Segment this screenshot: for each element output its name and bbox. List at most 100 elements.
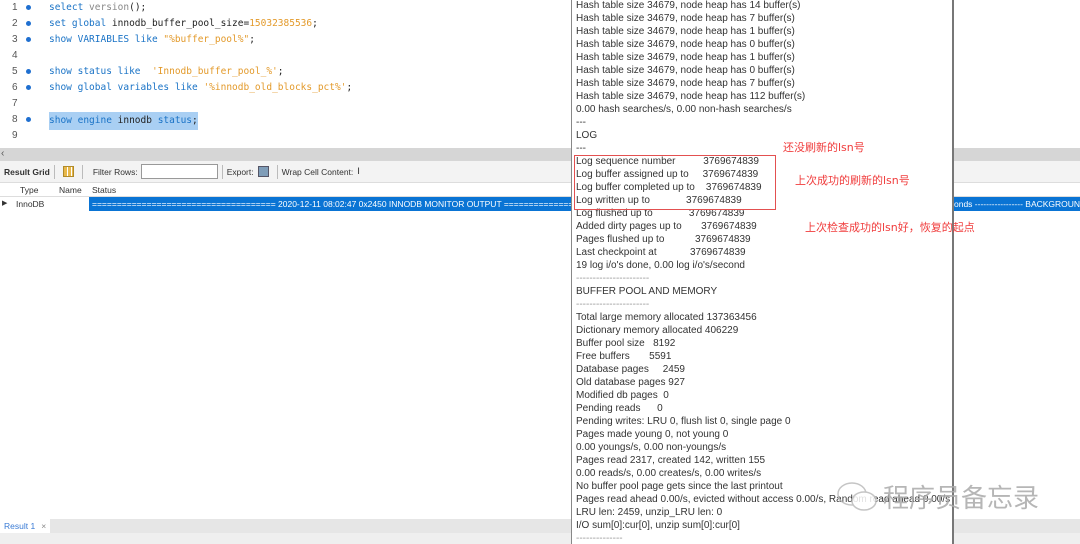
code-token: '%innodb_old_blocks_pct%' xyxy=(203,82,347,93)
filter-rows-label: Filter Rows: xyxy=(92,166,138,177)
filter-rows-input[interactable] xyxy=(140,164,218,179)
watermark: 程序员备忘录 xyxy=(835,478,1039,515)
status-line: -------------- xyxy=(576,533,623,544)
status-line: Buffer pool size 8192 xyxy=(576,338,676,349)
cell-value-popup[interactable]: Hash table size 34679, node heap has 14 … xyxy=(571,0,954,544)
editor-line[interactable]: 9 xyxy=(0,128,560,144)
code-token: innodb_buffer_pool_size= xyxy=(111,18,250,29)
editor-line[interactable]: 7 xyxy=(0,96,560,112)
status-line: Pages read 2317, created 142, written 15… xyxy=(576,455,766,466)
wrap-cell-icon[interactable]: Ⅰ xyxy=(357,166,368,177)
editor-line[interactable]: 2 set global innodb_buffer_pool_size=1503… xyxy=(0,16,560,32)
code-token: ; xyxy=(192,115,198,126)
status-line: Old database pages 927 xyxy=(576,377,685,388)
editor-line[interactable]: 3 show VARIABLES like "%buffer_pool%"; xyxy=(0,32,560,48)
code-token: set global xyxy=(49,18,112,29)
tab-result-1[interactable]: Result 1 × xyxy=(0,519,51,533)
status-line: I/O sum[0]:cur[0], unzip sum[0]:cur[0] xyxy=(576,520,740,531)
status-line: Pages made young 0, not young 0 xyxy=(576,429,729,440)
status-line: Added dirty pages up to 3769674839 xyxy=(576,221,757,232)
editor-line[interactable]: 4 xyxy=(0,48,560,64)
line-number: 5 xyxy=(12,66,18,77)
line-number: 3 xyxy=(12,34,18,45)
cell-type[interactable]: InnoDB xyxy=(16,197,44,211)
line-number: 1 xyxy=(12,2,18,13)
code-token: 'Innodb_buffer_pool_%' xyxy=(151,66,278,77)
statement-marker-icon xyxy=(26,5,31,10)
status-line: Database pages 2459 xyxy=(576,364,685,375)
line-number: 2 xyxy=(12,18,18,29)
status-line: --- xyxy=(576,117,586,128)
editor-line[interactable]: 5 show status like 'Innodb_buffer_pool_%'… xyxy=(0,64,560,80)
line-number: 9 xyxy=(12,130,18,141)
status-line: Free buffers 5591 xyxy=(576,351,672,362)
code-token: ; xyxy=(346,82,353,93)
code-token: 15032385536 xyxy=(249,18,313,29)
column-type[interactable]: Type xyxy=(20,183,38,197)
annotation-unflushed-lsn: 还没刷新的lsn号 xyxy=(783,141,865,154)
statement-marker-icon xyxy=(26,69,31,74)
annotation-last-flushed-lsn: 上次成功的刷新的lsn号 xyxy=(795,174,910,187)
code-text: show global variables like '%innodb_old_… xyxy=(49,80,352,96)
code-token: ; xyxy=(249,34,255,45)
editor-line[interactable]: 1 select version(); xyxy=(0,0,560,16)
status-line: Hash table size 34679, node heap has 0 b… xyxy=(576,39,795,50)
code-token: ; xyxy=(277,66,284,77)
line-number: 8 xyxy=(12,114,18,125)
status-line: Hash table size 34679, node heap has 7 b… xyxy=(576,13,795,24)
wrap-cell-label: Wrap Cell Content: xyxy=(281,166,354,177)
result-grid-label[interactable]: Result Grid xyxy=(4,167,50,177)
code-token: ; xyxy=(312,18,318,29)
line-number: 4 xyxy=(12,50,18,61)
status-line: LOG xyxy=(576,130,598,141)
statement-marker-icon xyxy=(26,21,31,26)
export-icon[interactable] xyxy=(257,166,269,177)
code-token: show engine xyxy=(49,115,118,126)
code-token: version xyxy=(89,2,130,13)
status-line: --- xyxy=(576,143,586,154)
column-name[interactable]: Name xyxy=(59,183,82,197)
line-number: 7 xyxy=(12,98,18,109)
status-line: 0.00 hash searches/s, 0.00 non-hash sear… xyxy=(576,104,792,115)
tab-label: Result 1 xyxy=(4,521,36,531)
watermark-text: 程序员备忘录 xyxy=(883,484,1040,514)
statement-marker-icon xyxy=(26,37,31,42)
code-token: show VARIABLES like xyxy=(49,34,164,45)
code-token: show status like xyxy=(49,66,152,77)
statement-marker-icon xyxy=(26,117,31,122)
status-line: Hash table size 34679, node heap has 0 b… xyxy=(576,65,795,76)
status-line: Hash table size 34679, node heap has 112… xyxy=(576,91,806,102)
status-line: ---------------------- xyxy=(576,273,650,284)
status-line: 19 log i/o's done, 0.00 log i/o's/second xyxy=(576,260,745,271)
code-text: set global innodb_buffer_pool_size=15032… xyxy=(49,16,318,32)
status-line: Modified db pages 0 xyxy=(576,390,669,401)
cell-status-tail: onds ----------------- BACKGROUND xyxy=(954,197,1080,211)
line-number: 6 xyxy=(12,82,18,93)
status-line: BUFFER POOL AND MEMORY xyxy=(576,286,718,297)
code-token: select xyxy=(49,2,90,13)
status-line: Pending reads 0 xyxy=(576,403,663,414)
grid-icon[interactable] xyxy=(62,166,74,177)
close-icon[interactable]: × xyxy=(41,521,46,531)
status-line: ---------------------- xyxy=(576,299,650,310)
statement-marker-icon xyxy=(26,85,31,90)
code-text: show status like 'Innodb_buffer_pool_%'; xyxy=(49,64,284,80)
editor-line[interactable]: 6 show global variables like '%innodb_old… xyxy=(0,80,560,96)
status-line: Dictionary memory allocated 406229 xyxy=(576,325,739,336)
code-token: "%buffer_pool%" xyxy=(163,34,250,45)
code-token: (); xyxy=(129,2,147,13)
status-line: Hash table size 34679, node heap has 1 b… xyxy=(576,26,795,37)
status-line: Hash table size 34679, node heap has 7 b… xyxy=(576,78,795,89)
column-status[interactable]: Status xyxy=(92,183,116,197)
status-line: Pages flushed up to 3769674839 xyxy=(576,234,751,245)
highlight-box xyxy=(574,155,776,210)
code-token: status xyxy=(157,115,193,126)
status-line: 0.00 reads/s, 0.00 creates/s, 0.00 write… xyxy=(576,468,762,479)
code-token: show global variables like xyxy=(49,82,204,93)
editor-line[interactable]: 8 show engine innodb status; xyxy=(0,112,560,130)
export-label: Export: xyxy=(226,166,254,177)
status-line: LRU len: 2459, unzip_LRU len: 0 xyxy=(576,507,723,518)
status-line: No buffer pool page gets since the last … xyxy=(576,481,783,492)
status-line: Hash table size 34679, node heap has 1 b… xyxy=(576,52,795,63)
collapse-icon[interactable]: ‹ xyxy=(1,148,4,159)
